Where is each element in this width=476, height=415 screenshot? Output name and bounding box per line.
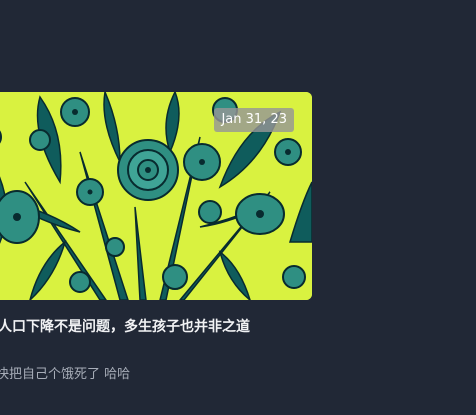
post-title[interactable]: 英」人口下降不是问题，多生孩子也并非之道 — [0, 316, 295, 338]
page: Jan 31, 23 英」人口下降不是问题，多生孩子也并非之道 时报快把自己个饿… — [0, 0, 476, 415]
post-date-badge: Jan 31, 23 — [214, 108, 294, 132]
post-cover-image[interactable]: Jan 31, 23 — [0, 92, 312, 300]
post-card[interactable]: Jan 31, 23 英」人口下降不是问题，多生孩子也并非之道 时报快把自己个饿… — [0, 92, 312, 412]
post-summary: 时报快把自己个饿死了 哈哈 — [0, 367, 131, 382]
